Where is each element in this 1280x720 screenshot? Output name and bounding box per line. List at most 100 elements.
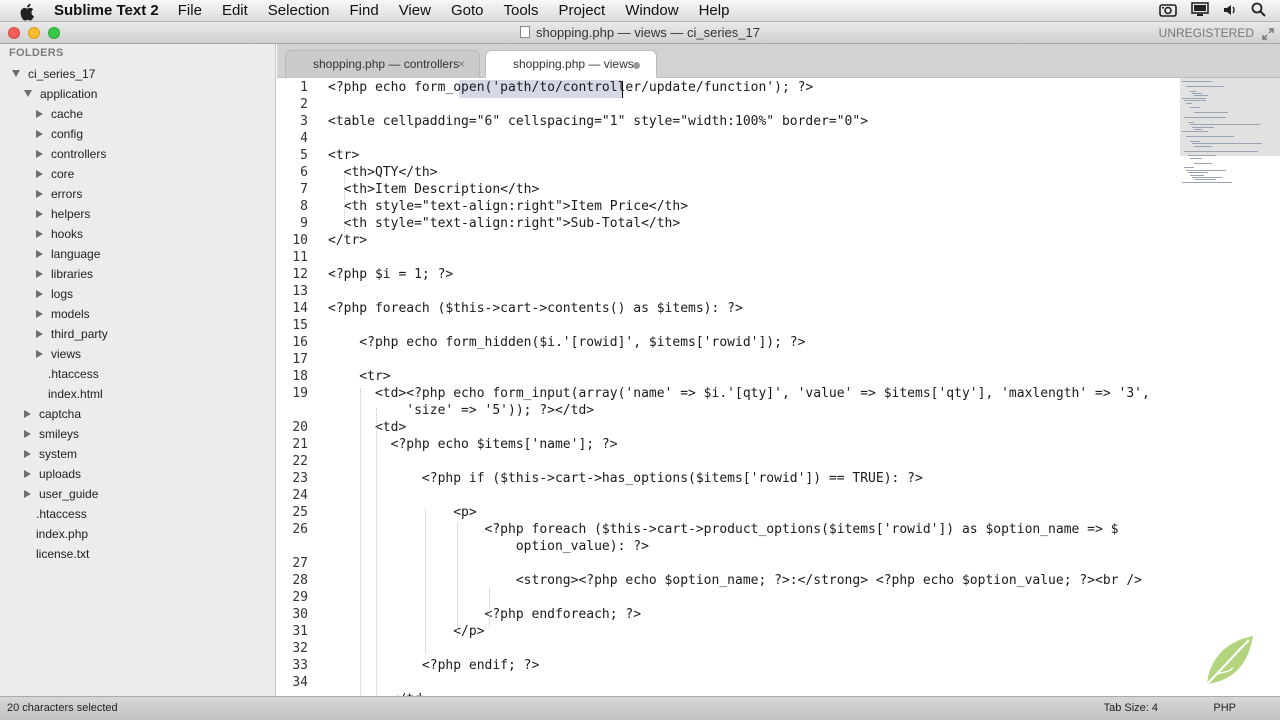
code-line[interactable]: </tr> [328,233,367,248]
disclosure-closed-icon[interactable] [24,490,31,498]
folder-tree-item[interactable]: logs [36,284,73,304]
disclosure-closed-icon[interactable] [36,250,43,258]
menu-selection[interactable]: Selection [268,2,330,19]
tab-shopping-controllers[interactable]: shopping.php — controllers × [285,50,480,78]
menu-edit[interactable]: Edit [222,2,248,19]
code-line[interactable]: <th style="text-align:right">Sub-Total</… [328,216,681,231]
folder-tree-item[interactable]: application [24,84,97,104]
fullscreen-icon[interactable] [1262,27,1274,40]
folder-tree-item[interactable]: index.php [36,524,88,544]
folder-tree-item[interactable]: cache [36,104,83,124]
disclosure-closed-icon[interactable] [36,230,43,238]
code-line[interactable]: <tr> [328,369,390,384]
disclosure-closed-icon[interactable] [36,210,43,218]
folder-tree-item[interactable]: ci_series_17 [12,64,95,84]
folder-tree-item[interactable]: controllers [36,144,106,164]
folder-tree-item-label: models [51,307,90,321]
display-icon[interactable] [1191,2,1209,21]
folder-tree-item[interactable]: .htaccess [48,364,99,384]
menu-file[interactable]: File [178,2,202,19]
code-line[interactable]: <?php if ($this->cart->has_options($item… [328,471,923,486]
folder-tree-item[interactable]: errors [36,184,82,204]
folder-tree-item[interactable]: language [36,244,100,264]
code-editor[interactable]: 1 2 3 4 5 6 7 8 9 10 11 12 13 14 15 16 17 18 19 20 21 22 23 24 2… [277,78,1280,696]
tab-shopping-views[interactable]: shopping.php — views [485,50,657,78]
folder-tree-item[interactable]: config [36,124,83,144]
disclosure-closed-icon[interactable] [36,330,43,338]
folder-tree-item[interactable]: .htaccess [36,504,87,524]
folder-tree-item[interactable]: index.html [48,384,103,404]
code-line[interactable]: <strong><?php echo $option_name; ?>:</st… [328,573,1142,588]
code-line[interactable]: <?php echo form_open('path/to/controller… [328,80,813,95]
folder-tree-item[interactable]: license.txt [36,544,89,564]
line-number: 14 [292,301,308,316]
disclosure-closed-icon[interactable] [36,150,43,158]
menu-window[interactable]: Window [625,2,678,19]
folder-tree-item[interactable]: core [36,164,74,184]
folder-tree-item[interactable]: smileys [24,424,79,444]
unsaved-dot-icon[interactable] [633,62,640,69]
disclosure-open-icon[interactable] [24,90,32,97]
tab-size-selector[interactable]: Tab Size: 4 [1104,697,1158,719]
folder-tree-item-label: helpers [51,207,91,221]
minimap-line [1194,145,1212,147]
disclosure-closed-icon[interactable] [24,470,31,478]
disclosure-closed-icon[interactable] [36,130,43,138]
disclosure-closed-icon[interactable] [36,310,43,318]
menu-help[interactable]: Help [699,2,730,19]
folder-tree-item[interactable]: libraries [36,264,93,284]
folder-tree-item[interactable]: captcha [24,404,81,424]
code-line[interactable]: <?php $i = 1; ?> [328,267,453,282]
disclosure-closed-icon[interactable] [36,270,43,278]
menu-project[interactable]: Project [559,2,606,19]
code-line[interactable]: <?php foreach ($this->cart->product_opti… [328,522,1119,537]
folder-tree-item[interactable]: user_guide [24,484,98,504]
folder-tree-item[interactable]: views [36,344,81,364]
menu-find[interactable]: Find [350,2,379,19]
minimap-line [1184,150,1258,152]
folder-tree-item[interactable]: third_party [36,324,108,344]
disclosure-open-icon[interactable] [12,70,20,77]
disclosure-closed-icon[interactable] [24,410,31,418]
folder-tree-item[interactable]: system [24,444,77,464]
disclosure-closed-icon[interactable] [24,450,31,458]
minimap-line [1186,85,1224,87]
code-line[interactable]: <tr> [328,148,359,163]
volume-icon[interactable] [1223,3,1237,21]
code-line[interactable]: <?php endforeach; ?> [328,607,642,622]
folder-tree-item[interactable]: helpers [36,204,90,224]
search-icon[interactable] [1251,2,1266,21]
folder-tree-item[interactable]: models [36,304,90,324]
code-line[interactable]: <p> [328,505,477,520]
menu-view[interactable]: View [399,2,431,19]
folder-tree-item-label: controllers [51,147,107,161]
folder-tree-item[interactable]: hooks [36,224,83,244]
code-line[interactable]: <th style="text-align:right">Item Price<… [328,199,688,214]
code-line[interactable]: <?php foreach ($this->cart->contents() a… [328,301,743,316]
close-tab-icon[interactable]: × [458,51,465,77]
minimap[interactable] [1180,78,1280,228]
window-title-wrap: shopping.php — views — ci_series_17 [0,25,1280,40]
folder-tree-item[interactable]: uploads [24,464,81,484]
disclosure-closed-icon[interactable] [36,190,43,198]
code-line[interactable]: <td><?php echo form_input(array('name' =… [328,386,1150,401]
code-line[interactable]: <th>Item Description</th> [328,182,540,197]
camera-icon[interactable] [1159,3,1177,21]
app-menu[interactable]: Sublime Text 2 [54,2,159,19]
code-line[interactable]: <td> [328,420,406,435]
disclosure-closed-icon[interactable] [36,110,43,118]
folder-tree-item-label: cache [51,107,84,121]
code-line[interactable]: <?php echo form_hidden($i.'[rowid]', $it… [328,335,805,350]
syntax-selector[interactable]: PHP [1213,697,1236,719]
code-line[interactable]: <table cellpadding="6" cellspacing="1" s… [328,114,868,129]
disclosure-closed-icon[interactable] [36,350,43,358]
menu-goto[interactable]: Goto [451,2,484,19]
apple-icon[interactable] [20,3,40,21]
code-line[interactable]: 'size' => '5')); ?></td> [328,403,594,418]
disclosure-closed-icon[interactable] [36,290,43,298]
disclosure-closed-icon[interactable] [36,170,43,178]
code-line[interactable]: </p> [328,624,484,639]
code-line[interactable]: <?php echo $items['name']; ?> [328,437,618,452]
menu-tools[interactable]: Tools [503,2,538,19]
disclosure-closed-icon[interactable] [24,430,31,438]
